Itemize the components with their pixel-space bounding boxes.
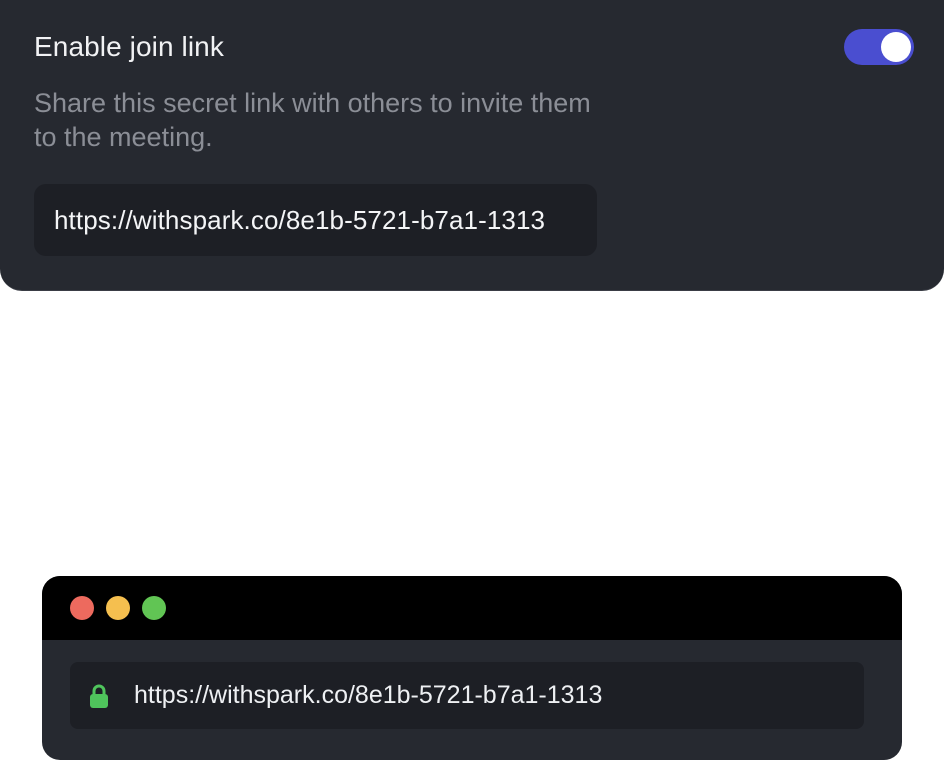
address-bar[interactable]: https://withspark.co/8e1b-5721-b7a1-1313 [70, 662, 864, 729]
join-link-description: Share this secret link with others to in… [34, 88, 591, 152]
maximize-window-button[interactable] [142, 596, 166, 620]
join-link-url: https://withspark.co/8e1b-5721-b7a1-1313 [54, 204, 546, 235]
toggle-knob [881, 32, 911, 62]
join-link-toggle[interactable] [844, 29, 914, 65]
lock-icon [89, 683, 109, 709]
browser-window: https://withspark.co/8e1b-5721-b7a1-1313 [42, 576, 902, 760]
browser-titlebar [42, 576, 902, 640]
address-url: https://withspark.co/8e1b-5721-b7a1-1313 [134, 681, 603, 709]
close-window-button[interactable] [70, 596, 94, 620]
join-link-card: Enable join link Share this secret link … [0, 0, 944, 291]
minimize-window-button[interactable] [106, 596, 130, 620]
join-link-field[interactable]: https://withspark.co/8e1b-5721-b7a1-1313 [34, 184, 597, 256]
join-link-title: Enable join link [34, 31, 224, 62]
